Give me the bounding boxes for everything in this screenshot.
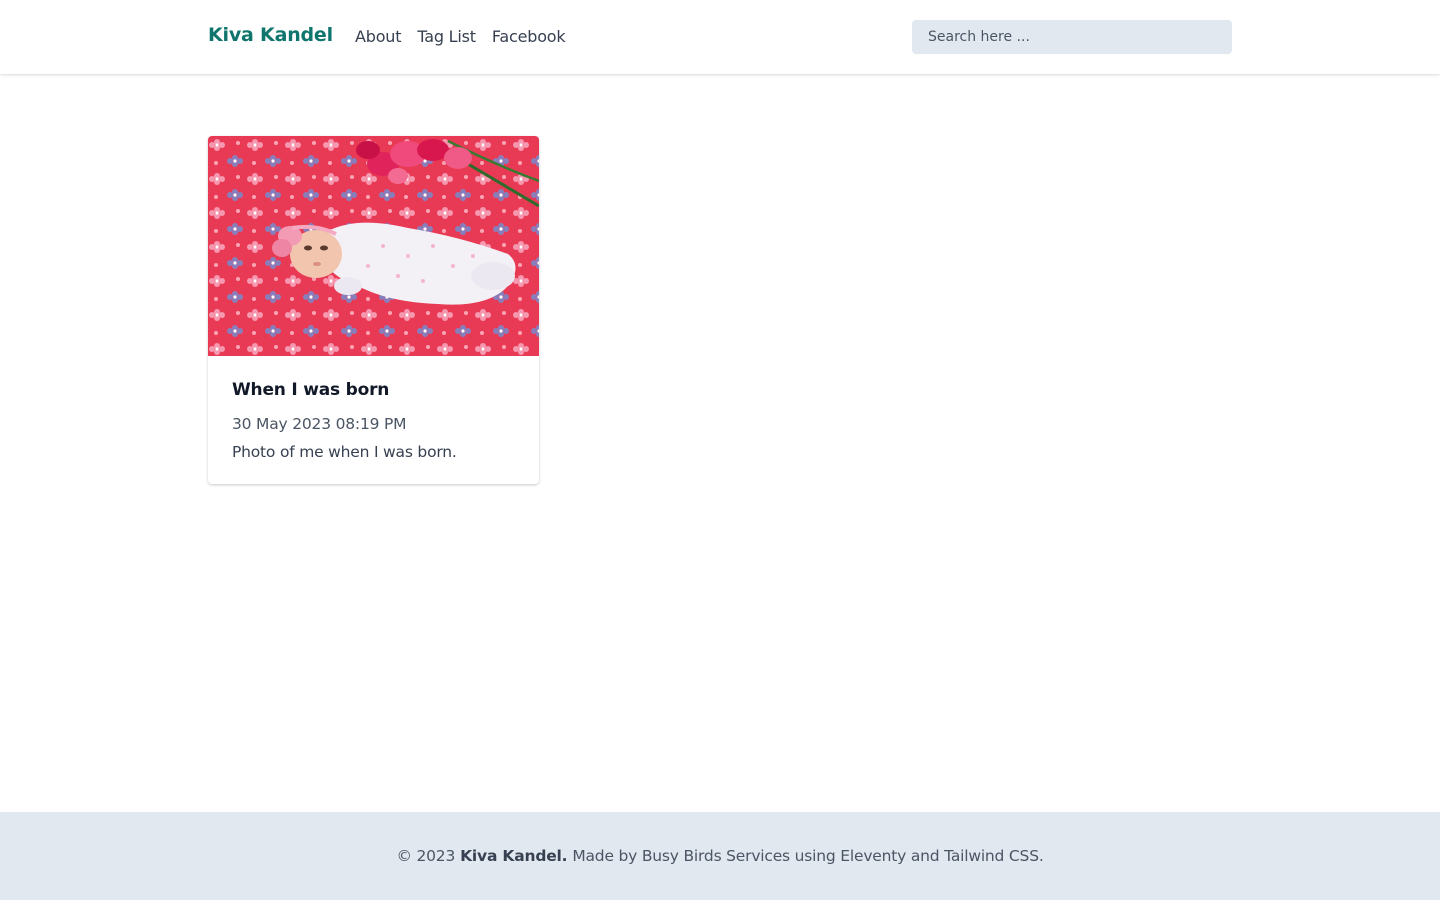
footer-tailwind-link[interactable]: Tailwind CSS (944, 847, 1039, 865)
post-card[interactable]: When I was born 30 May 2023 08:19 PM Pho… (208, 136, 539, 484)
post-title: When I was born (232, 380, 390, 400)
nav-link-facebook[interactable]: Facebook (492, 27, 566, 46)
footer-eleventy-link[interactable]: Eleventy (840, 847, 906, 865)
main-nav: About Tag List Facebook (355, 27, 566, 46)
site-footer: © 2023 Kiva Kandel. Made by Busy Birds S… (0, 812, 1440, 900)
site-header: Kiva Kandel About Tag List Facebook (0, 0, 1440, 74)
site-brand-link[interactable]: Kiva Kandel (208, 24, 333, 46)
post-date: 30 May 2023 08:19 PM (232, 415, 407, 433)
footer-maker-link[interactable]: Busy Birds Services (642, 847, 790, 865)
search-input[interactable] (912, 20, 1232, 54)
footer-made-by-text: Made by (572, 847, 638, 865)
nav-link-tag-list[interactable]: Tag List (417, 27, 476, 46)
post-thumbnail-image (208, 136, 539, 356)
footer-owner: Kiva Kandel. (460, 847, 568, 865)
footer-using-text: using (794, 847, 836, 865)
footer-copyright: © 2023 (396, 847, 456, 865)
nav-link-about[interactable]: About (355, 27, 402, 46)
footer-period: . (1038, 847, 1044, 865)
footer-and-text: and (910, 847, 940, 865)
post-description: Photo of me when I was born. (232, 443, 457, 461)
